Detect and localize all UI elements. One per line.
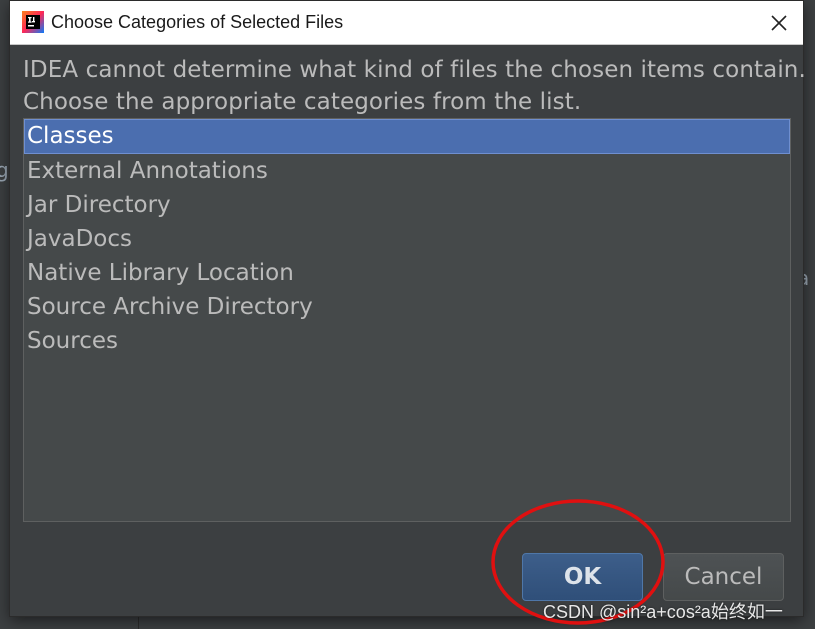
dialog-title: Choose Categories of Selected Files [51, 12, 344, 32]
list-item-sources[interactable]: Sources [24, 324, 790, 358]
message-line-1: IDEA cannot determine what kind of files… [23, 57, 806, 83]
cancel-button[interactable]: Cancel [663, 553, 784, 601]
ok-button[interactable]: OK [522, 553, 643, 601]
message-line-2: Choose the appropriate categories from t… [23, 89, 582, 115]
background-text-fragment-left: g [0, 158, 9, 182]
list-item-javadocs[interactable]: JavaDocs [24, 222, 790, 256]
list-item-source-archive-directory[interactable]: Source Archive Directory [24, 290, 790, 324]
intellij-idea-icon [22, 11, 44, 33]
list-item-jar-directory[interactable]: Jar Directory [24, 188, 790, 222]
categories-list[interactable]: Classes External Annotations Jar Directo… [23, 118, 791, 522]
csdn-watermark: CSDN @sin²a+cos²a始终如一 [543, 602, 783, 622]
choose-categories-dialog: Choose Categories of Selected Files IDEA… [10, 1, 806, 616]
list-item-native-library-location[interactable]: Native Library Location [24, 256, 790, 290]
dialog-title-bar[interactable]: Choose Categories of Selected Files [10, 1, 803, 45]
close-icon[interactable] [765, 9, 793, 37]
list-item-external-annotations[interactable]: External Annotations [24, 154, 790, 188]
dialog-message: IDEA cannot determine what kind of files… [23, 54, 806, 118]
list-item-classes[interactable]: Classes [24, 119, 790, 154]
